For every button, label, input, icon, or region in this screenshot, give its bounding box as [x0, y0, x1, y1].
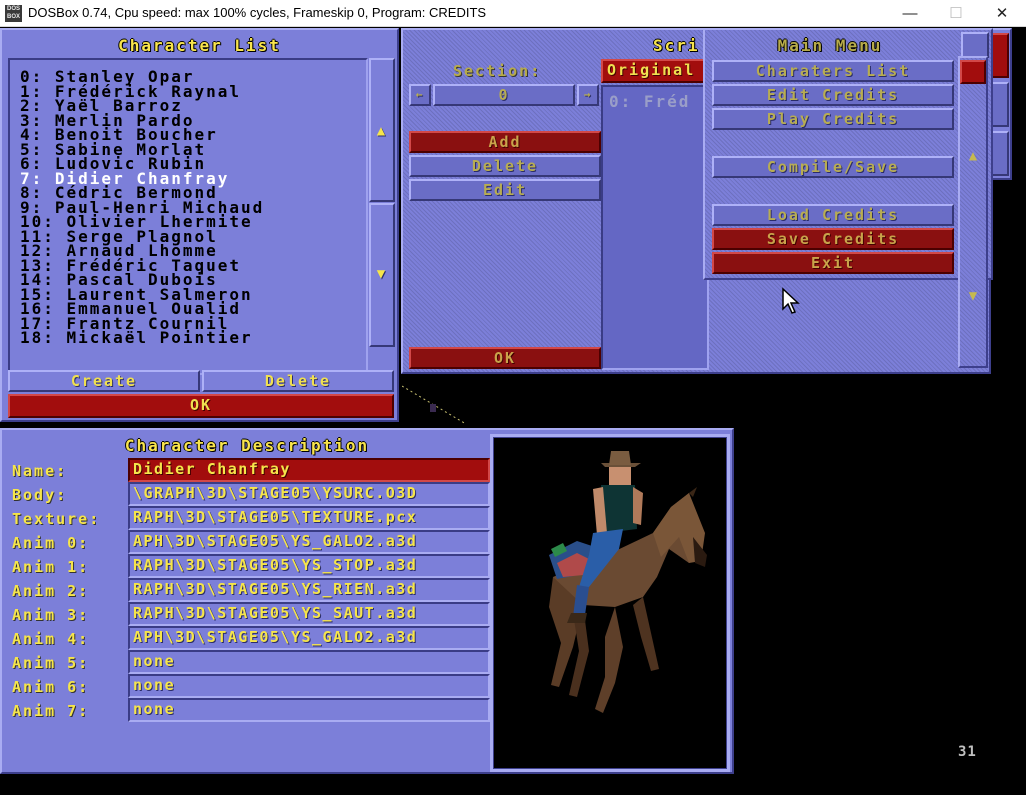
character-list-panel: Character List 0: Stanley Opar 1: Frédér… — [0, 28, 399, 422]
edge-button[interactable] — [991, 131, 1009, 176]
maximize-button[interactable]: ☐ — [933, 0, 979, 27]
field-label-anim-6: Anim 6: — [12, 678, 90, 696]
menu-edit-credits-button[interactable]: Edit Credits — [712, 84, 954, 106]
anim-3-field[interactable]: RAPH\3D\STAGE05\YS_SAUT.a3d — [128, 602, 490, 626]
menu-load-credits-button[interactable]: Load Credits — [712, 204, 954, 226]
scroll-up-icon: ▲ — [376, 123, 388, 139]
main-menu-panel: Main Menu Charaters List Edit Credits Pl… — [703, 28, 993, 280]
menu-scroll-down-icon[interactable]: ▼ — [960, 288, 986, 304]
anim-4-field[interactable]: APH\3D\STAGE05\YS_GALO2.a3d — [128, 626, 490, 650]
script-add-button[interactable]: Add — [409, 131, 601, 153]
edge-button[interactable] — [991, 82, 1009, 127]
main-menu-title: Main Menu — [777, 36, 883, 55]
script-list-item[interactable]: 0: Fréd — [609, 94, 690, 110]
menu-scroll-top[interactable] — [961, 32, 989, 58]
delete-button[interactable]: Delete — [202, 370, 394, 392]
menu-play-credits-button[interactable]: Play Credits — [712, 108, 954, 130]
menu-exit-button[interactable]: Exit — [712, 252, 954, 274]
minimize-button[interactable]: — — [887, 0, 933, 27]
field-label-texture: Texture: — [12, 510, 101, 528]
create-button[interactable]: Create — [8, 370, 200, 392]
script-edit-button[interactable]: Edit — [409, 179, 601, 201]
dosbox-app-icon: DOS BOX — [5, 5, 22, 22]
name-field[interactable]: Didier Chanfray — [128, 458, 490, 482]
menu-scroll-up-icon[interactable]: ▲ — [960, 148, 986, 164]
fps-counter: 31 — [958, 744, 977, 760]
list-scroll-down-button[interactable]: ▼ — [369, 203, 395, 347]
character-list-item[interactable]: 18: Mickaël Pointier — [20, 330, 365, 346]
script-ok-button[interactable]: OK — [409, 347, 601, 369]
scroll-down-icon: ▼ — [376, 266, 388, 282]
texture-field[interactable]: RAPH\3D\STAGE05\TEXTURE.pcx — [128, 506, 490, 530]
anim-2-field[interactable]: RAPH\3D\STAGE05\YS_RIEN.a3d — [128, 578, 490, 602]
menu-characters-list-button[interactable]: Charaters List — [712, 60, 954, 82]
menu-save-credits-button[interactable]: Save Credits — [712, 228, 954, 250]
anim-6-field[interactable]: none — [128, 674, 490, 698]
anim-0-field[interactable]: APH\3D\STAGE05\YS_GALO2.a3d — [128, 530, 490, 554]
anim-5-field[interactable]: none — [128, 650, 490, 674]
field-label-anim-7: Anim 7: — [12, 702, 90, 720]
field-label-anim-3: Anim 3: — [12, 606, 90, 624]
field-label-anim-0: Anim 0: — [12, 534, 90, 552]
field-label-anim-4: Anim 4: — [12, 630, 90, 648]
anim-7-field[interactable]: none — [128, 698, 490, 722]
horse-rider-model — [549, 451, 707, 713]
menu-scroll-thumb[interactable] — [960, 60, 986, 84]
body-field[interactable]: \GRAPH\3D\STAGE05\YSURC.O3D — [128, 482, 490, 506]
window-titlebar[interactable]: DOS BOX DOSBox 0.74, Cpu speed: max 100%… — [0, 0, 1026, 27]
mouse-cursor-icon — [782, 287, 800, 314]
character-list-title: Character List — [118, 36, 281, 55]
field-label-anim-5: Anim 5: — [12, 654, 90, 672]
section-label: Section: — [453, 62, 542, 80]
field-label-anim-1: Anim 1: — [12, 558, 90, 576]
menu-compile-save-button[interactable]: Compile/Save — [712, 156, 954, 178]
ok-button[interactable]: OK — [8, 394, 394, 418]
section-decrement-button[interactable]: ← — [409, 84, 431, 106]
edge-scroll-thumb[interactable] — [991, 33, 1009, 78]
close-button[interactable]: ✕ — [979, 0, 1025, 27]
script-list[interactable]: 0: Fréd — [601, 85, 709, 370]
section-value[interactable]: 0 — [433, 84, 575, 106]
character-list-items: 0: Stanley Opar 1: Frédérick Raynal 2: Y… — [20, 69, 365, 346]
window-title: DOSBox 0.74, Cpu speed: max 100% cycles,… — [28, 5, 487, 20]
model-preview-viewport[interactable] — [490, 434, 730, 772]
character-description-title: Character Description — [124, 436, 370, 455]
script-delete-button[interactable]: Delete — [409, 155, 601, 177]
section-increment-button[interactable]: → — [577, 84, 599, 106]
field-label-body: Body: — [12, 486, 68, 504]
menu-scrollbar[interactable]: ▲ ▼ — [958, 56, 988, 368]
list-scroll-up-button[interactable]: ▲ — [369, 58, 395, 202]
field-label-name: Name: — [12, 462, 68, 480]
character-description-panel: Character Description Name: Didier Chanf… — [0, 428, 734, 774]
field-label-anim-2: Anim 2: — [12, 582, 90, 600]
starfield-decoration — [401, 380, 467, 428]
character-list[interactable]: 0: Stanley Opar 1: Frédérick Raynal 2: Y… — [8, 58, 368, 375]
anim-1-field[interactable]: RAPH\3D\STAGE05\YS_STOP.a3d — [128, 554, 490, 578]
original-tab[interactable]: Original — [601, 59, 709, 83]
